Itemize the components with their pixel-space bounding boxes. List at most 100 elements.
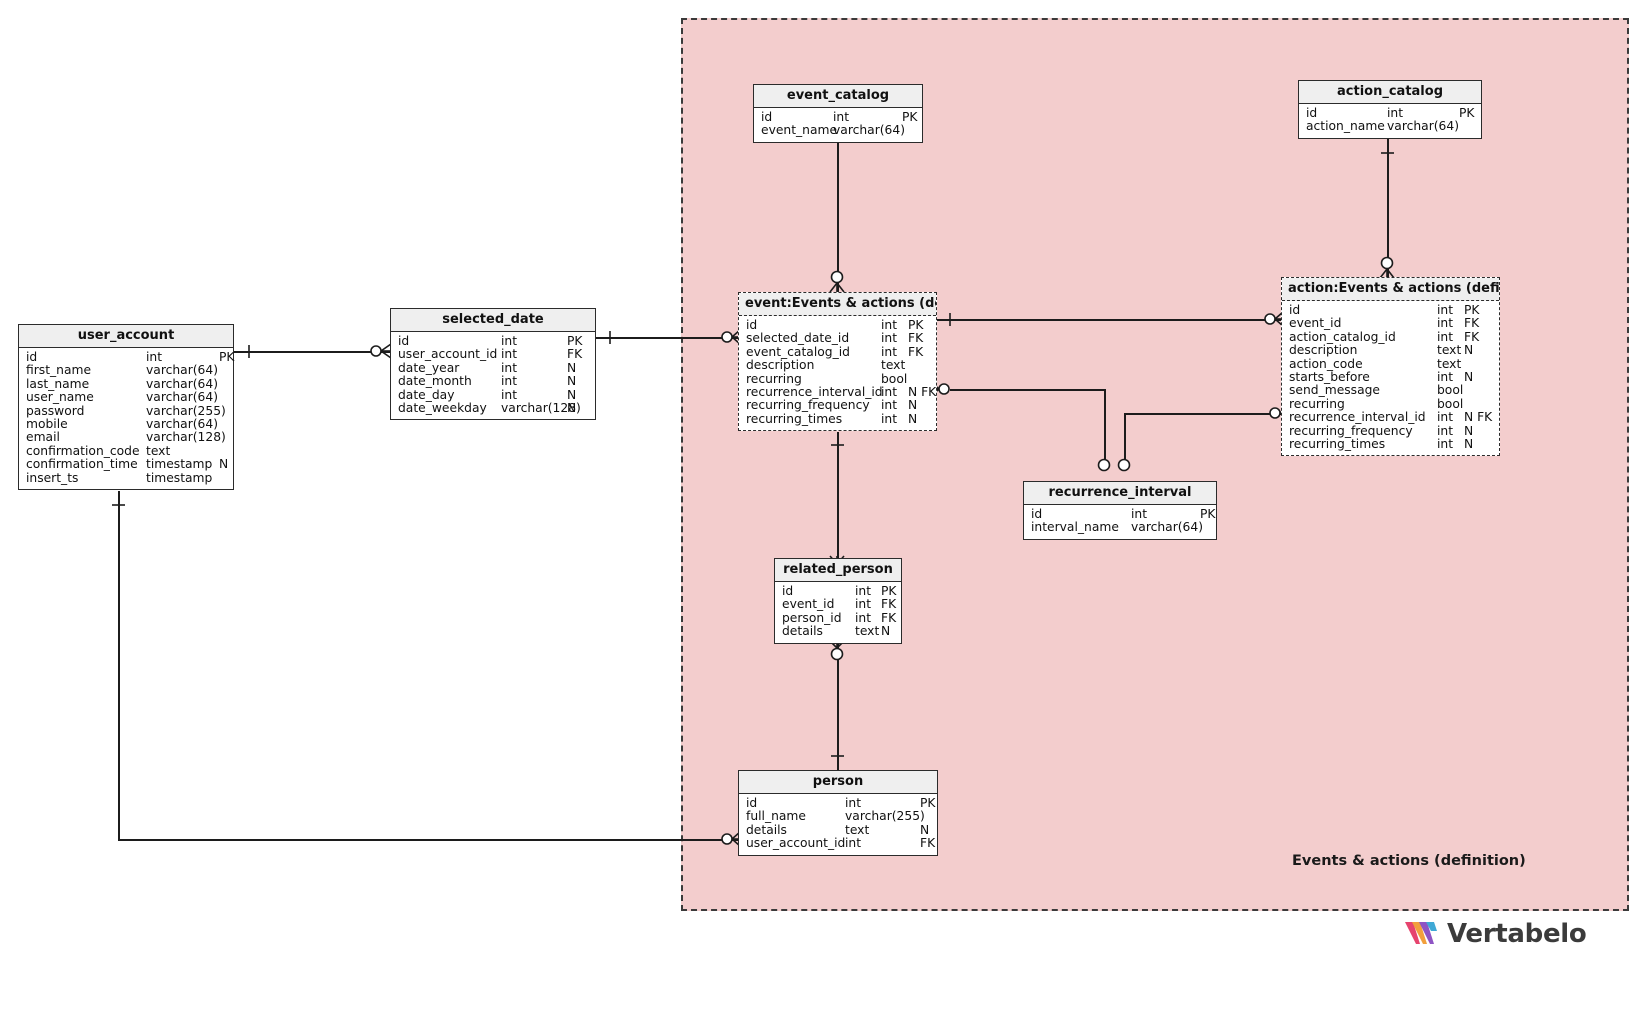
- entity-user-account[interactable]: user_account id int PK first_name varchar(6…: [18, 324, 234, 490]
- column-type: bool: [1437, 383, 1464, 398]
- entity-event-catalog[interactable]: event_catalog id int PK event_name varchar(…: [753, 84, 923, 143]
- column-name: confirmation_time: [26, 457, 138, 472]
- column-key: PK: [1464, 303, 1480, 317]
- table-row: user_account_id int FK: [739, 836, 937, 850]
- column-name: event_id: [1289, 316, 1342, 331]
- column-name: event_name: [761, 123, 838, 138]
- column-name: id: [398, 334, 410, 348]
- table-row: email varchar(128): [19, 430, 233, 444]
- column-type: int: [146, 350, 163, 364]
- connector-action-recurrence-h: [1124, 413, 1281, 415]
- column-name: id: [746, 796, 758, 810]
- column-type: varchar(64): [833, 123, 905, 138]
- column-name: id: [1289, 303, 1301, 317]
- connector-event-related-person: [837, 432, 839, 558]
- column-type: int: [881, 344, 898, 359]
- table-row: send_message bool: [1282, 383, 1499, 398]
- column-type: int: [501, 360, 518, 375]
- column-type: int: [501, 374, 518, 389]
- entity-columns: id int PK event_name varchar(64): [754, 108, 922, 142]
- column-name: password: [26, 403, 85, 418]
- entity-action[interactable]: action:Events & actions (definitio id int…: [1281, 277, 1500, 457]
- column-key: N: [908, 398, 918, 413]
- column-type: bool: [1437, 396, 1464, 411]
- table-row: last_name varchar(64): [19, 376, 233, 391]
- entity-title: action_catalog: [1299, 81, 1481, 104]
- column-name: id: [1031, 507, 1043, 521]
- column-key: N: [881, 624, 891, 639]
- column-name: details: [746, 822, 787, 837]
- column-key: N: [920, 822, 930, 837]
- table-row: user_account_id int FK: [391, 347, 595, 361]
- column-key: PK: [219, 350, 235, 364]
- column-type: int: [855, 610, 872, 625]
- vertabelo-logo-icon: [1405, 922, 1437, 944]
- column-type: text: [1437, 356, 1462, 371]
- column-type: int: [855, 584, 872, 598]
- column-type: int: [1437, 303, 1454, 317]
- table-row: id int PK: [1024, 507, 1216, 521]
- column-type: int: [881, 398, 898, 413]
- entity-title: person: [739, 771, 937, 794]
- column-type: varchar(64): [1387, 119, 1459, 134]
- column-name: id: [1306, 106, 1318, 120]
- column-type: int: [501, 334, 518, 348]
- table-row: event_id int FK: [775, 597, 901, 612]
- column-name: action_catalog_id: [1289, 329, 1396, 344]
- column-type: varchar(64): [1131, 520, 1203, 535]
- column-type: int: [1387, 106, 1404, 120]
- table-row: recurring_times int N: [739, 412, 936, 426]
- column-name: selected_date_id: [746, 331, 850, 346]
- column-type: int: [1437, 316, 1454, 331]
- column-name: last_name: [26, 376, 90, 391]
- column-key: PK: [881, 584, 897, 598]
- column-type: int: [1437, 423, 1454, 438]
- entity-columns: id int PK interval_name varchar(64): [1024, 505, 1216, 539]
- column-name: person_id: [782, 610, 842, 625]
- column-type: text: [881, 358, 906, 373]
- connector-action-recurrence-v: [1124, 413, 1126, 465]
- column-name: confirmation_code: [26, 443, 140, 458]
- column-name: user_name: [26, 390, 94, 405]
- table-row: action_catalog_id int FK: [1282, 329, 1499, 344]
- column-name: recurrence_interval_id: [746, 384, 883, 399]
- column-name: event_id: [782, 597, 835, 612]
- entity-related-person[interactable]: related_person id int PK event_id int FK per…: [774, 558, 902, 644]
- table-row: action_code text: [1282, 356, 1499, 371]
- entity-recurrence-interval[interactable]: recurrence_interval id int PK interval_nam…: [1023, 481, 1217, 540]
- column-name: recurring_frequency: [1289, 423, 1413, 438]
- connector-event-recurrence-h: [950, 389, 1105, 391]
- entity-title: related_person: [775, 559, 901, 582]
- column-type: varchar(64): [146, 376, 218, 391]
- table-row: id int PK: [754, 110, 922, 124]
- entity-event[interactable]: event:Events & actions (defini id int PK s…: [738, 292, 937, 432]
- entity-columns: id int PK full_name varchar(255) details tex…: [739, 794, 937, 855]
- column-type: int: [501, 387, 518, 402]
- column-type: timestamp: [146, 457, 213, 472]
- column-key: PK: [567, 334, 583, 348]
- column-name: date_year: [398, 360, 460, 375]
- column-name: description: [746, 358, 815, 373]
- column-type: text: [1437, 343, 1462, 358]
- table-row: recurring_frequency int N: [1282, 423, 1499, 438]
- entity-person[interactable]: person id int PK full_name varchar(255) det…: [738, 770, 938, 856]
- table-row: id int PK: [1282, 303, 1499, 317]
- column-type: int: [1437, 329, 1454, 344]
- table-row: id int PK: [775, 584, 901, 598]
- column-key: N: [1464, 343, 1474, 358]
- entity-action-catalog[interactable]: action_catalog id int PK action_name varcha…: [1298, 80, 1482, 139]
- column-key: FK: [908, 331, 924, 346]
- connector-action-catalog-action: [1387, 135, 1389, 278]
- column-name: send_message: [1289, 383, 1380, 398]
- column-key: PK: [902, 110, 918, 124]
- column-key: N: [567, 387, 577, 402]
- table-row: date_month int N: [391, 374, 595, 389]
- entity-columns: id int PK event_id int FK person_id int FK det…: [775, 582, 901, 643]
- table-row: recurring_times int N: [1282, 437, 1499, 451]
- column-type: text: [146, 443, 171, 458]
- column-key: FK: [908, 344, 924, 359]
- entity-selected-date[interactable]: selected_date id int PK user_account_id int…: [390, 308, 596, 421]
- table-row: insert_ts timestamp: [19, 471, 233, 485]
- table-row: event_id int FK: [1282, 316, 1499, 331]
- table-row: description text: [739, 358, 936, 373]
